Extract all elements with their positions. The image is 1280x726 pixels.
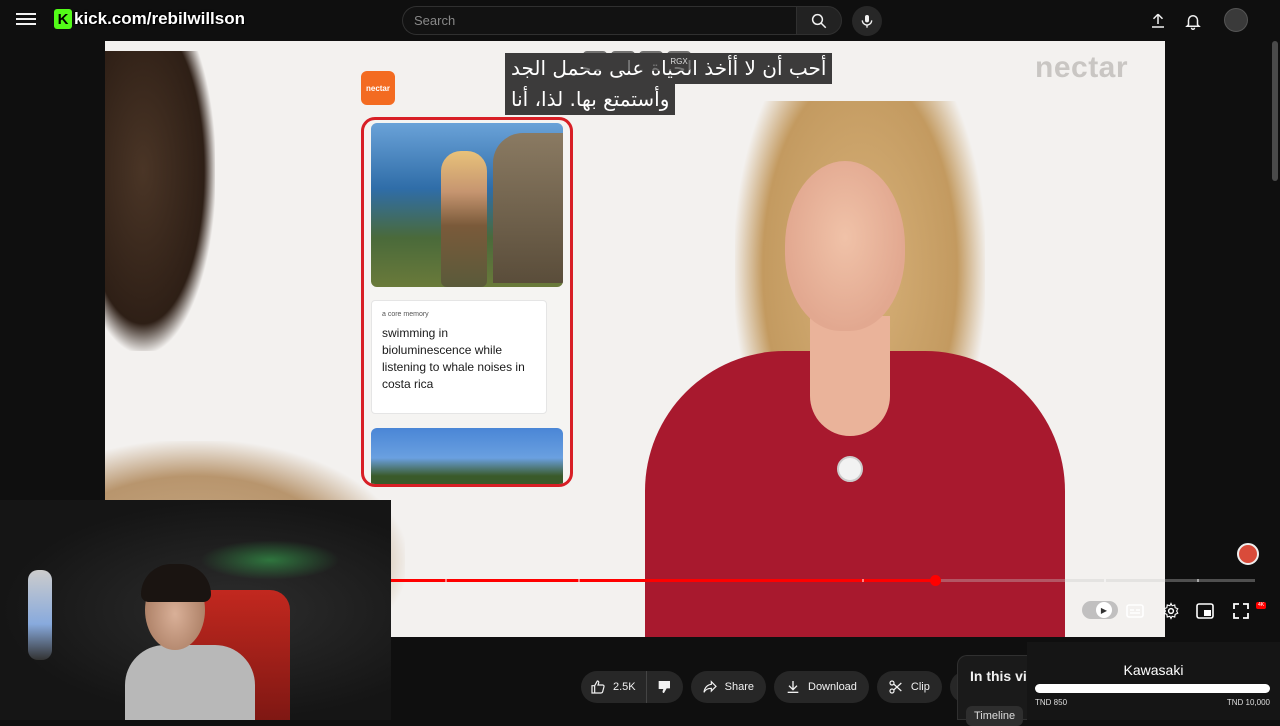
gear-icon <box>1163 602 1179 620</box>
copy-icon[interactable] <box>583 51 607 71</box>
foreground-person-silhouette <box>105 51 215 351</box>
progress-bar[interactable] <box>391 575 1255 586</box>
share-label: Share <box>724 681 754 693</box>
progress-played <box>391 579 936 582</box>
share-icon <box>701 678 719 696</box>
quality-badge: 4K <box>1256 602 1266 609</box>
streamer-webcam <box>0 500 391 720</box>
profile-photo <box>371 123 563 287</box>
profile-photo-2 <box>371 428 563 484</box>
settings-button[interactable]: 4K <box>1160 600 1266 622</box>
like-dislike-group: 2.5K <box>581 671 683 703</box>
rgx-button[interactable]: RGX <box>667 51 691 71</box>
create-upload-button[interactable] <box>1147 10 1169 32</box>
prompt-answer: swimming in bioluminescence while listen… <box>382 326 525 391</box>
page-scrollbar[interactable] <box>1272 41 1278 181</box>
goal-title: Kawasaki <box>1123 662 1184 678</box>
share-button[interactable]: Share <box>690 671 766 703</box>
chapter-marker <box>861 579 864 582</box>
microphone-arm <box>28 570 52 660</box>
kick-logo-icon: K <box>54 9 72 29</box>
bell-icon <box>1185 15 1201 30</box>
autoplay-toggle[interactable]: ▶ <box>1082 601 1118 619</box>
download-icon <box>784 678 802 696</box>
miniplayer-icon <box>1196 603 1214 619</box>
search-bar <box>402 6 842 35</box>
dislike-button[interactable] <box>646 671 683 703</box>
like-button[interactable]: 2.5K <box>581 671 647 703</box>
prompt-kicker: a core memory <box>382 311 429 318</box>
microphone-icon <box>861 15 873 28</box>
top-bar: K kick.com/rebilwillson <box>0 0 1280 41</box>
goal-target-amount: TND 10,000 <box>1226 698 1270 707</box>
nectar-watermark: nectar <box>1035 51 1129 84</box>
export-icon[interactable] <box>611 51 635 71</box>
profile-prompt-card: a core memory swimming in bioluminescenc… <box>371 300 547 414</box>
fullscreen-button[interactable] <box>1230 600 1252 622</box>
miniplayer-button[interactable] <box>1194 600 1216 622</box>
chapter-marker <box>445 579 448 582</box>
nectar-app-logo: nectar <box>361 71 395 105</box>
voice-search-button[interactable] <box>852 6 882 36</box>
like-count: 2.5K <box>613 681 636 693</box>
player-controls-right: ▶ 4K <box>1080 595 1266 627</box>
thumbs-up-icon <box>589 678 607 696</box>
search-icon <box>811 13 827 28</box>
download-button[interactable]: Download <box>774 671 869 703</box>
timeline-chip[interactable]: Timeline <box>966 706 1024 726</box>
clip-button[interactable]: Clip <box>876 671 942 703</box>
goal-progress-bar <box>1035 684 1270 693</box>
captions-icon <box>1126 604 1144 618</box>
hamburger-menu-icon[interactable] <box>14 10 38 30</box>
chapter-marker <box>1103 579 1106 582</box>
donation-goal-widget: Kawasaki TND 850 TND 10,000 <box>1027 642 1280 720</box>
in-this-video-panel: In this vi Timeline <box>957 655 1037 726</box>
action-buttons: 2.5K Share Download Clip ⋯ <box>581 671 982 703</box>
streamer <box>125 564 255 720</box>
extension-badge-icon[interactable] <box>1237 543 1259 565</box>
notifications-button[interactable] <box>1182 10 1204 32</box>
caption-line-2: وأستمتع بها. لذا، أنا <box>505 84 676 115</box>
in-this-video-title: In this vi <box>970 668 1027 684</box>
goal-current-amount: TND 850 <box>1035 698 1068 707</box>
interviewee <box>605 101 1065 637</box>
search-input[interactable] <box>402 6 796 35</box>
extension-mini-controls: RGX <box>583 51 691 71</box>
dating-profile-mockup: a core memory swimming in bioluminescenc… <box>361 117 573 487</box>
scissors-icon <box>887 678 905 696</box>
upload-icon <box>1152 13 1164 28</box>
clip-label: Clip <box>910 681 930 693</box>
chapter-marker <box>578 579 581 582</box>
thumbs-down-icon <box>655 678 673 696</box>
search-button[interactable] <box>796 6 842 35</box>
stream-url-label: kick.com/rebilwillson <box>74 9 246 28</box>
stream-overlay-brand: K kick.com/rebilwillson <box>54 8 245 30</box>
subtitles-button[interactable] <box>1124 600 1146 622</box>
account-avatar[interactable] <box>1224 8 1248 32</box>
chapter-marker <box>1197 579 1200 582</box>
fullscreen-icon <box>1233 603 1249 619</box>
skip-icon[interactable] <box>639 51 663 71</box>
download-label: Download <box>808 681 857 693</box>
play-icon: ▶ <box>1096 602 1112 618</box>
